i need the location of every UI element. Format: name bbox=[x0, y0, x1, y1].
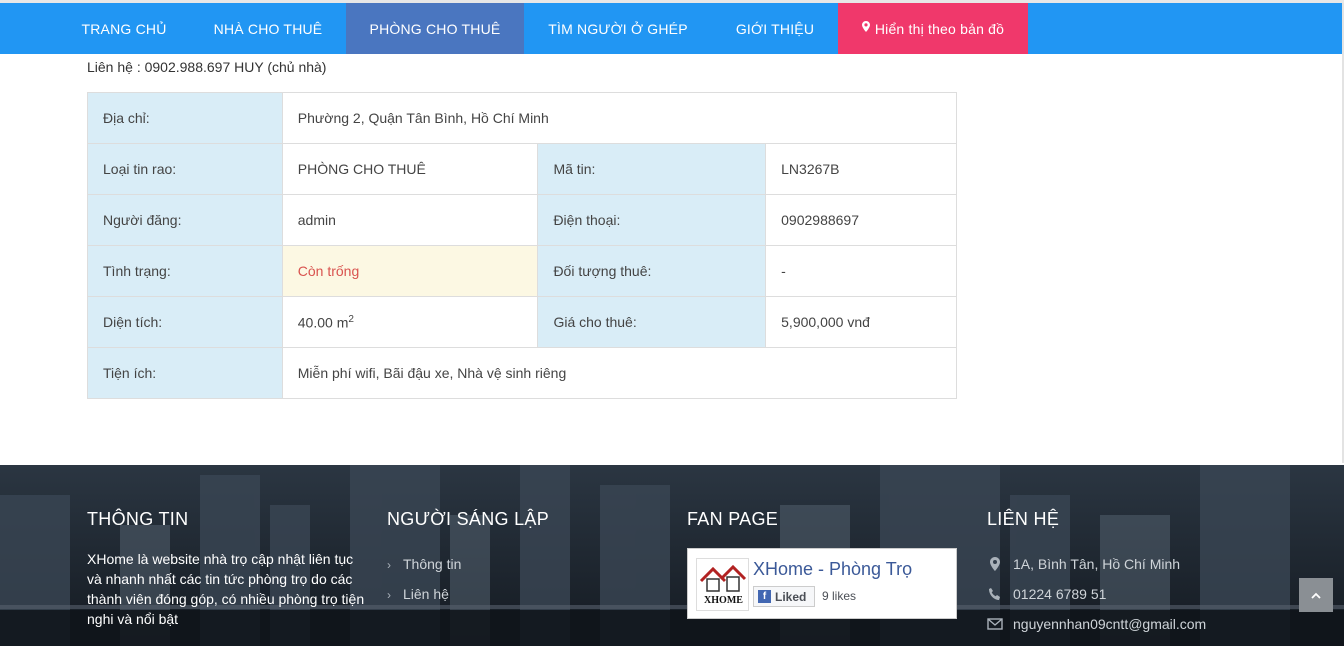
show-on-map-button[interactable]: Hiển thị theo bản đồ bbox=[838, 3, 1028, 54]
table-row: Tiện ích: Miễn phí wifi, Bãi đậu xe, Nhà… bbox=[87, 347, 958, 399]
listing-code-value: LN3267B bbox=[765, 143, 957, 195]
table-row: Người đăng: admin Điện thoại: 0902988697 bbox=[87, 194, 957, 246]
table-row: Loại tin rao: PHÒNG CHO THUÊ Mã tin: LN3… bbox=[87, 143, 957, 195]
envelope-icon bbox=[987, 618, 1003, 630]
tenant-type-value: - bbox=[765, 245, 957, 297]
area-unit-superscript: 2 bbox=[348, 313, 354, 325]
main-navbar: TRANG CHỦ NHÀ CHO THUÊ PHÒNG CHO THUÊ TÌ… bbox=[0, 3, 1344, 54]
address-value: Phường 2, Quận Tân Bình, Hồ Chí Minh bbox=[281, 92, 958, 144]
price-value: 5,900,000 vnđ bbox=[765, 296, 957, 348]
phone-value: 0902988697 bbox=[765, 194, 957, 246]
nav-rooms-label: PHÒNG CHO THUÊ bbox=[369, 20, 501, 37]
area-cell: 40.00 m2 bbox=[281, 296, 539, 348]
back-to-top-button[interactable] bbox=[1299, 578, 1333, 612]
amenities-value: Miễn phí wifi, Bãi đậu xe, Nhà vệ sinh r… bbox=[281, 347, 958, 399]
price-label: Giá cho thuê: bbox=[537, 296, 767, 348]
footer-founder-column: NGƯỜI SÁNG LẬP bbox=[387, 509, 549, 530]
status-value: Còn trống bbox=[281, 245, 539, 297]
status-label: Tình trạng: bbox=[87, 245, 283, 297]
footer-phone-text: 01224 6789 51 bbox=[1013, 586, 1107, 602]
listing-type-value: PHÒNG CHO THUÊ bbox=[281, 143, 539, 195]
site-footer: THÔNG TIN XHome là website nhà trọ cập n… bbox=[0, 465, 1344, 646]
contact-line: Liên hệ : 0902.988.697 HUY (chủ nhà) bbox=[87, 59, 327, 75]
area-label: Diện tích: bbox=[87, 296, 283, 348]
poster-label: Người đăng: bbox=[87, 194, 283, 246]
footer-fanpage-column: FAN PAGE bbox=[687, 509, 778, 530]
footer-link-info[interactable]: › Thông tin bbox=[387, 556, 461, 572]
footer-info-title: THÔNG TIN bbox=[87, 509, 189, 529]
footer-address: 1A, Bình Tân, Hồ Chí Minh bbox=[987, 556, 1180, 572]
footer-contact-title: LIÊN HỆ bbox=[987, 509, 1060, 529]
phone-label: Điện thoại: bbox=[537, 194, 767, 246]
facebook-icon: f bbox=[758, 590, 771, 603]
nav-houses-label: NHÀ CHO THUÊ bbox=[213, 20, 323, 37]
facebook-page-widget[interactable]: XHOME XHome - Phòng Trọ f Liked 9 likes bbox=[687, 548, 957, 619]
xhome-logo: XHOME bbox=[696, 558, 749, 611]
area-value: 40.00 m bbox=[297, 314, 349, 331]
tenant-type-label: Đối tượng thuê: bbox=[537, 245, 767, 297]
nav-roommate-label: TÌM NGƯỜI Ở GHÉP bbox=[548, 20, 688, 37]
amenities-label: Tiện ích: bbox=[87, 347, 283, 399]
chevron-up-icon bbox=[1311, 592, 1321, 599]
show-on-map-label: Hiển thị theo bản đồ bbox=[874, 20, 1005, 37]
facebook-likes-count: 9 likes bbox=[822, 589, 857, 603]
nav-home[interactable]: TRANG CHỦ bbox=[67, 3, 181, 54]
footer-link-contact[interactable]: › Liên hệ bbox=[387, 586, 449, 602]
footer-email[interactable]: nguyennhan09cntt@gmail.com bbox=[987, 616, 1206, 632]
listing-type-label: Loại tin rao: bbox=[87, 143, 283, 195]
nav-find-roommate[interactable]: TÌM NGƯỜI Ở GHÉP bbox=[533, 3, 703, 54]
footer-founder-title: NGƯỜI SÁNG LẬP bbox=[387, 509, 550, 529]
footer-phone: 01224 6789 51 bbox=[987, 586, 1106, 602]
footer-email-text: nguyennhan09cntt@gmail.com bbox=[1013, 616, 1207, 632]
nav-about[interactable]: GIỚI THIỆU bbox=[719, 3, 831, 54]
footer-link-contact-label: Liên hệ bbox=[403, 586, 449, 602]
table-row: Tình trạng: Còn trống Đối tượng thuê: - bbox=[87, 245, 957, 297]
footer-fanpage-title: FAN PAGE bbox=[687, 509, 779, 529]
house-roof-icon bbox=[699, 564, 747, 592]
map-marker-icon bbox=[990, 557, 1000, 571]
footer-address-text: 1A, Bình Tân, Hồ Chí Minh bbox=[1013, 556, 1181, 572]
facebook-page-name[interactable]: XHome - Phòng Trọ bbox=[753, 559, 912, 580]
nav-houses-for-rent[interactable]: NHÀ CHO THUÊ bbox=[199, 3, 337, 54]
listing-detail-table: Địa chỉ: Phường 2, Quận Tân Bình, Hồ Chí… bbox=[87, 92, 958, 399]
footer-contact-column: LIÊN HỆ bbox=[987, 509, 1059, 530]
chevron-right-icon: › bbox=[387, 558, 391, 572]
nav-rooms-for-rent[interactable]: PHÒNG CHO THUÊ bbox=[346, 3, 524, 54]
poster-value: admin bbox=[281, 194, 539, 246]
phone-icon bbox=[989, 588, 1000, 600]
table-row: Diện tích: 40.00 m2 Giá cho thuê: 5,900,… bbox=[87, 296, 957, 348]
facebook-liked-label: Liked bbox=[775, 589, 807, 604]
footer-link-info-label: Thông tin bbox=[403, 556, 462, 572]
address-label: Địa chỉ: bbox=[87, 92, 283, 144]
nav-home-label: TRANG CHỦ bbox=[81, 20, 167, 37]
table-row: Địa chỉ: Phường 2, Quận Tân Bình, Hồ Chí… bbox=[87, 92, 958, 144]
listing-code-label: Mã tin: bbox=[537, 143, 767, 195]
nav-about-label: GIỚI THIỆU bbox=[735, 20, 815, 37]
footer-info-column: THÔNG TIN bbox=[87, 509, 188, 530]
footer-about-text: XHome là website nhà trọ cập nhật liên t… bbox=[87, 551, 365, 627]
xhome-logo-text: XHOME bbox=[704, 595, 743, 606]
map-pin-icon bbox=[861, 21, 870, 32]
chevron-right-icon: › bbox=[387, 588, 391, 602]
facebook-liked-button[interactable]: f Liked bbox=[753, 586, 815, 607]
